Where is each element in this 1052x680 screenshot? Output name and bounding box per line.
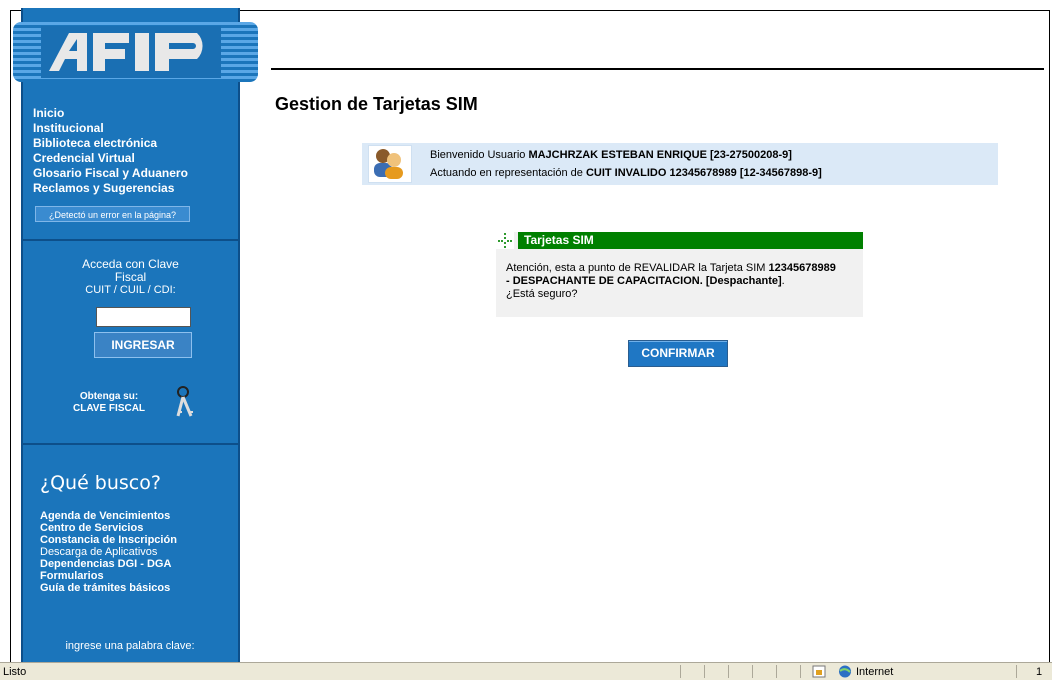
users-icon <box>368 145 412 183</box>
welcome-line-1: Bienvenido Usuario MAJCHRZAK ESTEBAN ENR… <box>430 149 792 161</box>
link-centro-servicios[interactable]: Centro de Servicios <box>40 522 177 534</box>
nav-reclamos[interactable]: Reclamos y Sugerencias <box>33 181 188 196</box>
despachante-label: - DESPACHANTE DE CAPACITACION. [Despacha… <box>506 275 782 287</box>
status-separator <box>776 665 777 678</box>
tarjetas-panel: Tarjetas SIM Atención, esta a punto de R… <box>496 232 863 317</box>
panel-message: Atención, esta a punto de REVALIDAR la T… <box>506 262 836 300</box>
status-separator <box>1016 665 1017 678</box>
logo[interactable] <box>13 22 258 82</box>
page-title: Gestion de Tarjetas SIM <box>275 94 478 114</box>
link-constancia[interactable]: Constancia de Inscripción <box>40 534 177 546</box>
nav-credencial[interactable]: Credencial Virtual <box>33 151 188 166</box>
link-descarga[interactable]: Descarga de Aplicativos <box>40 546 177 558</box>
status-separator <box>728 665 729 678</box>
header-rule <box>271 68 1044 70</box>
login-label-2: Fiscal <box>114 270 147 284</box>
nav-biblioteca[interactable]: Biblioteca electrónica <box>33 136 188 151</box>
status-separator <box>704 665 705 678</box>
keyword-label: ingrese una palabra clave: <box>65 640 195 652</box>
nav-inicio[interactable]: Inicio <box>33 106 188 121</box>
welcome-line-2: Actuando en representación de CUIT INVAL… <box>430 167 822 179</box>
afip-logo <box>41 26 221 78</box>
clave-label-1: Obtenga su: <box>79 391 139 402</box>
afip-logo-icon <box>49 33 203 71</box>
que-busco-heading: ¿Qué busco? <box>40 472 161 494</box>
nav-glosario[interactable]: Glosario Fiscal y Aduanero <box>33 166 188 181</box>
welcome-box: Bienvenido Usuario MAJCHRZAK ESTEBAN ENR… <box>362 143 998 185</box>
nav-institucional[interactable]: Institucional <box>33 121 188 136</box>
zone-text: Internet <box>856 666 894 678</box>
divider <box>23 443 238 445</box>
search-links: Agenda de Vencimientos Centro de Servici… <box>40 510 177 594</box>
confirm-button[interactable]: CONFIRMAR <box>628 340 728 367</box>
clave-fiscal-link[interactable]: Obtenga su: CLAVE FISCAL <box>73 391 145 415</box>
login-label-3: CUIT / CUIL / CDI: <box>85 284 176 296</box>
security-icon <box>812 665 826 678</box>
status-separator <box>752 665 753 678</box>
represented-cuit: CUIT INVALIDO 12345678989 [12-34567898-9… <box>585 167 822 179</box>
keys-icon[interactable] <box>173 386 199 420</box>
status-text: Listo <box>3 666 27 678</box>
globe-icon <box>839 665 851 678</box>
cuit-input[interactable] <box>96 307 191 327</box>
login-section: Acceda con Clave Fiscal CUIT / CUIL / CD… <box>23 258 238 297</box>
link-dependencias[interactable]: Dependencias DGI - DGA <box>40 558 177 570</box>
ingresar-button[interactable]: INGRESAR <box>94 332 192 358</box>
panel-header: Tarjetas SIM <box>496 232 863 249</box>
divider <box>23 239 238 241</box>
user-name: MAJCHRZAK ESTEBAN ENRIQUE [23-27500208-9… <box>528 149 792 161</box>
sidebar-nav: Inicio Institucional Biblioteca electrón… <box>33 106 188 196</box>
panel-title: Tarjetas SIM <box>518 232 863 249</box>
status-bar: Listo Internet 1 <box>0 662 1052 680</box>
sim-number: 12345678989 <box>768 262 836 274</box>
link-agenda[interactable]: Agenda de Vencimientos <box>40 510 177 522</box>
status-separator <box>680 665 681 678</box>
report-error-button[interactable]: ¿Detectó un error en la página? <box>35 206 190 222</box>
clave-label-2: CLAVE FISCAL <box>73 403 146 414</box>
link-guia[interactable]: Guía de trámites básicos <box>40 582 177 594</box>
status-separator <box>800 665 801 678</box>
confirm-question: ¿Está seguro? <box>506 288 578 300</box>
grid-icon <box>496 232 514 249</box>
link-formularios[interactable]: Formularios <box>40 570 177 582</box>
zoom-text[interactable]: 1 <box>1036 666 1042 678</box>
